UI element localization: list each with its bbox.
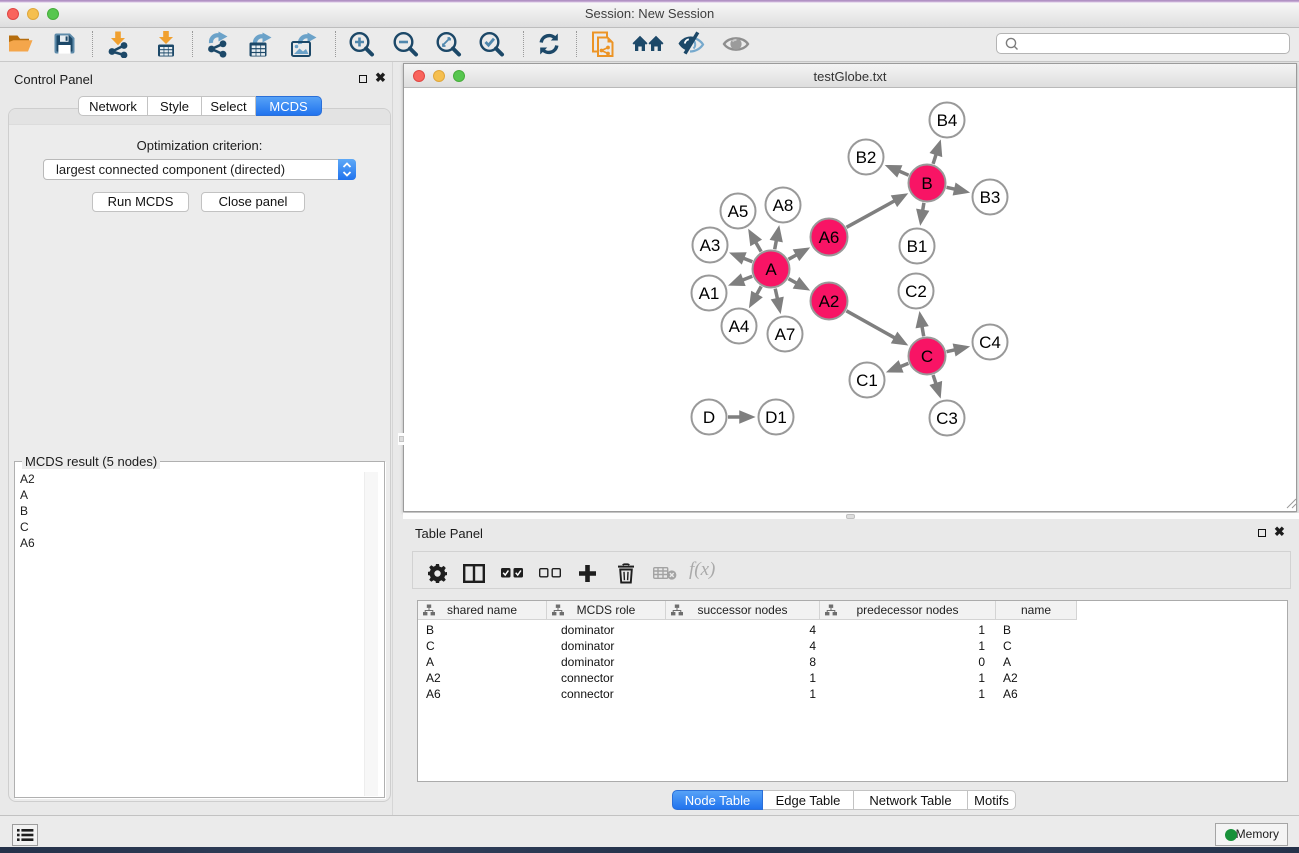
svg-text:B4: B4: [937, 111, 958, 130]
svg-text:A: A: [765, 260, 777, 279]
svg-text:A3: A3: [700, 236, 721, 255]
svg-text:B2: B2: [856, 148, 877, 167]
svg-text:D1: D1: [765, 408, 787, 427]
svg-text:D: D: [703, 408, 715, 427]
svg-text:A7: A7: [775, 325, 796, 344]
svg-text:A1: A1: [699, 284, 720, 303]
svg-text:C2: C2: [905, 282, 927, 301]
svg-text:C4: C4: [979, 333, 1001, 352]
svg-text:A2: A2: [819, 292, 840, 311]
svg-text:C: C: [921, 347, 933, 366]
svg-text:A6: A6: [819, 228, 840, 247]
svg-text:B1: B1: [907, 237, 928, 256]
svg-text:A4: A4: [729, 317, 750, 336]
svg-text:B3: B3: [980, 188, 1001, 207]
svg-text:B: B: [921, 174, 932, 193]
svg-text:C3: C3: [936, 409, 958, 428]
svg-text:A5: A5: [728, 202, 749, 221]
svg-text:A8: A8: [773, 196, 794, 215]
svg-text:C1: C1: [856, 371, 878, 390]
